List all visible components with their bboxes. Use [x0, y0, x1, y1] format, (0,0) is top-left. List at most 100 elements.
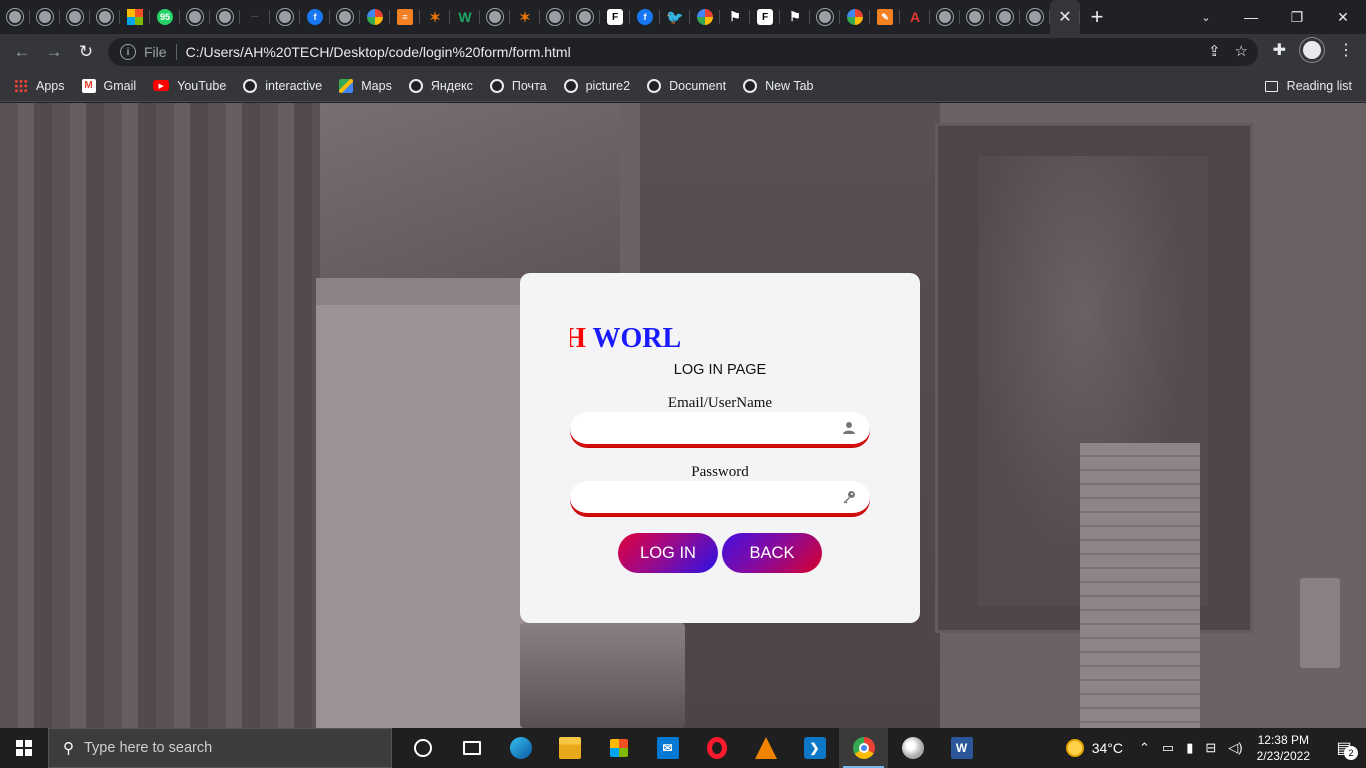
- globe-icon: [967, 9, 983, 25]
- microsoft-icon: [127, 9, 143, 25]
- browser-tab[interactable]: [210, 0, 240, 34]
- browser-tab[interactable]: [30, 0, 60, 34]
- browser-tab[interactable]: [810, 0, 840, 34]
- close-window-icon[interactable]: ✕: [1320, 0, 1366, 34]
- email-field[interactable]: [570, 412, 870, 447]
- new-tab-button[interactable]: +: [1080, 0, 1114, 34]
- reload-icon[interactable]: ↻: [70, 36, 102, 68]
- address-url[interactable]: C:/Users/AH%20TECH/Desktop/code/login%20…: [186, 44, 571, 60]
- share-icon[interactable]: ⇪: [1208, 42, 1221, 60]
- browser-tab[interactable]: [270, 0, 300, 34]
- password-input[interactable]: [584, 487, 834, 509]
- notification-center-button[interactable]: ▤ 2: [1322, 728, 1366, 768]
- browser-tab[interactable]: ⚑: [720, 0, 750, 34]
- browser-tab[interactable]: 🐦: [660, 0, 690, 34]
- reading-list-button[interactable]: Reading list: [1264, 70, 1352, 102]
- browser-tab[interactable]: ⚑: [780, 0, 810, 34]
- opera-app[interactable]: [692, 728, 741, 768]
- vlc-app[interactable]: [741, 728, 790, 768]
- word-app[interactable]: W: [937, 728, 986, 768]
- profile-avatar[interactable]: [1300, 38, 1324, 62]
- meet-now-icon[interactable]: ▭: [1162, 740, 1174, 756]
- browser-tab[interactable]: W: [450, 0, 480, 34]
- address-bar[interactable]: i File C:/Users/AH%20TECH/Desktop/code/l…: [108, 38, 1258, 66]
- bookmark-item[interactable]: Apps: [14, 78, 65, 93]
- password-field[interactable]: [570, 481, 870, 516]
- tab-active[interactable]: ✕: [1050, 0, 1080, 34]
- task-view-button[interactable]: [447, 728, 496, 768]
- browser-tab[interactable]: [90, 0, 120, 34]
- email-input[interactable]: [584, 418, 834, 440]
- weather-widget[interactable]: 34°C: [1065, 739, 1123, 757]
- taskbar-search-box[interactable]: ⚲ Type here to search: [48, 728, 392, 768]
- bookmark-item[interactable]: M Gmail: [81, 78, 136, 93]
- browser-tab[interactable]: [690, 0, 720, 34]
- browser-tab[interactable]: ✶: [510, 0, 540, 34]
- menu-kebab-icon[interactable]: ⋮: [1338, 40, 1354, 60]
- browser-tab[interactable]: [930, 0, 960, 34]
- login-button[interactable]: LOG IN: [618, 533, 718, 573]
- bookmark-item[interactable]: ▶ YouTube: [153, 79, 226, 93]
- bookmark-item[interactable]: picture2: [563, 78, 630, 93]
- mail-app[interactable]: ✉: [643, 728, 692, 768]
- bookmark-item[interactable]: Document: [647, 78, 726, 93]
- globe-icon: [97, 9, 113, 25]
- file-explorer-app[interactable]: [545, 728, 594, 768]
- browser-tab[interactable]: ···: [240, 0, 270, 34]
- globe-icon: [487, 9, 503, 25]
- user-icon: [843, 422, 855, 434]
- volume-icon[interactable]: ◁): [1228, 740, 1242, 756]
- browser-tab[interactable]: ✎: [870, 0, 900, 34]
- browser-tab[interactable]: [180, 0, 210, 34]
- browser-tab[interactable]: ≡: [390, 0, 420, 34]
- browser-tab[interactable]: [480, 0, 510, 34]
- browser-tab[interactable]: f: [300, 0, 330, 34]
- browser-tab[interactable]: [840, 0, 870, 34]
- back-button[interactable]: BACK: [722, 533, 822, 573]
- browser-tab[interactable]: [960, 0, 990, 34]
- paint-app[interactable]: [888, 728, 937, 768]
- browser-tab[interactable]: ✶: [420, 0, 450, 34]
- cortana-button[interactable]: [398, 728, 447, 768]
- store-app[interactable]: [594, 728, 643, 768]
- vscode-app[interactable]: ❯: [790, 728, 839, 768]
- back-arrow-icon[interactable]: ←: [6, 36, 38, 68]
- browser-tab[interactable]: F: [600, 0, 630, 34]
- forward-arrow-icon[interactable]: →: [38, 36, 70, 68]
- bookmark-item[interactable]: New Tab: [743, 78, 814, 93]
- battery-icon[interactable]: ▮: [1186, 740, 1193, 756]
- bookmark-item[interactable]: Яндекс: [408, 78, 473, 93]
- network-icon[interactable]: ⊟: [1205, 740, 1216, 756]
- facebook-icon: f: [307, 9, 323, 25]
- clock[interactable]: 12:38 PM 2/23/2022: [1257, 732, 1310, 764]
- browser-tab[interactable]: [540, 0, 570, 34]
- bookmark-item[interactable]: Почта: [489, 78, 547, 93]
- browser-tab[interactable]: [120, 0, 150, 34]
- minimize-icon[interactable]: —: [1228, 0, 1274, 34]
- info-icon[interactable]: i: [120, 44, 136, 60]
- browser-tab[interactable]: [360, 0, 390, 34]
- browser-tab[interactable]: [570, 0, 600, 34]
- browser-tab[interactable]: f: [630, 0, 660, 34]
- browser-tab[interactable]: [330, 0, 360, 34]
- bookmark-star-icon[interactable]: ☆: [1235, 42, 1248, 60]
- start-button[interactable]: [0, 728, 48, 768]
- browser-tab[interactable]: [990, 0, 1020, 34]
- browser-tab[interactable]: F: [750, 0, 780, 34]
- reading-list-label: Reading list: [1286, 79, 1352, 93]
- browser-tab[interactable]: [60, 0, 90, 34]
- extensions-puzzle-icon[interactable]: ✚: [1273, 40, 1286, 60]
- bookmark-item[interactable]: interactive: [243, 78, 322, 93]
- edge-app[interactable]: [496, 728, 545, 768]
- browser-tab[interactable]: A: [900, 0, 930, 34]
- close-tab-icon[interactable]: ✕: [1058, 7, 1071, 27]
- restore-icon[interactable]: ❐: [1274, 0, 1320, 34]
- bookmark-item[interactable]: Maps: [339, 78, 392, 93]
- tab-search-icon[interactable]: ⌄: [1196, 0, 1216, 34]
- chevron-up-icon[interactable]: ⌃: [1139, 740, 1150, 756]
- browser-tab[interactable]: [1020, 0, 1050, 34]
- chrome-app[interactable]: [839, 728, 888, 768]
- bookmark-label: Почта: [511, 78, 547, 93]
- browser-tab[interactable]: 95: [150, 0, 180, 34]
- browser-tab[interactable]: [0, 0, 30, 34]
